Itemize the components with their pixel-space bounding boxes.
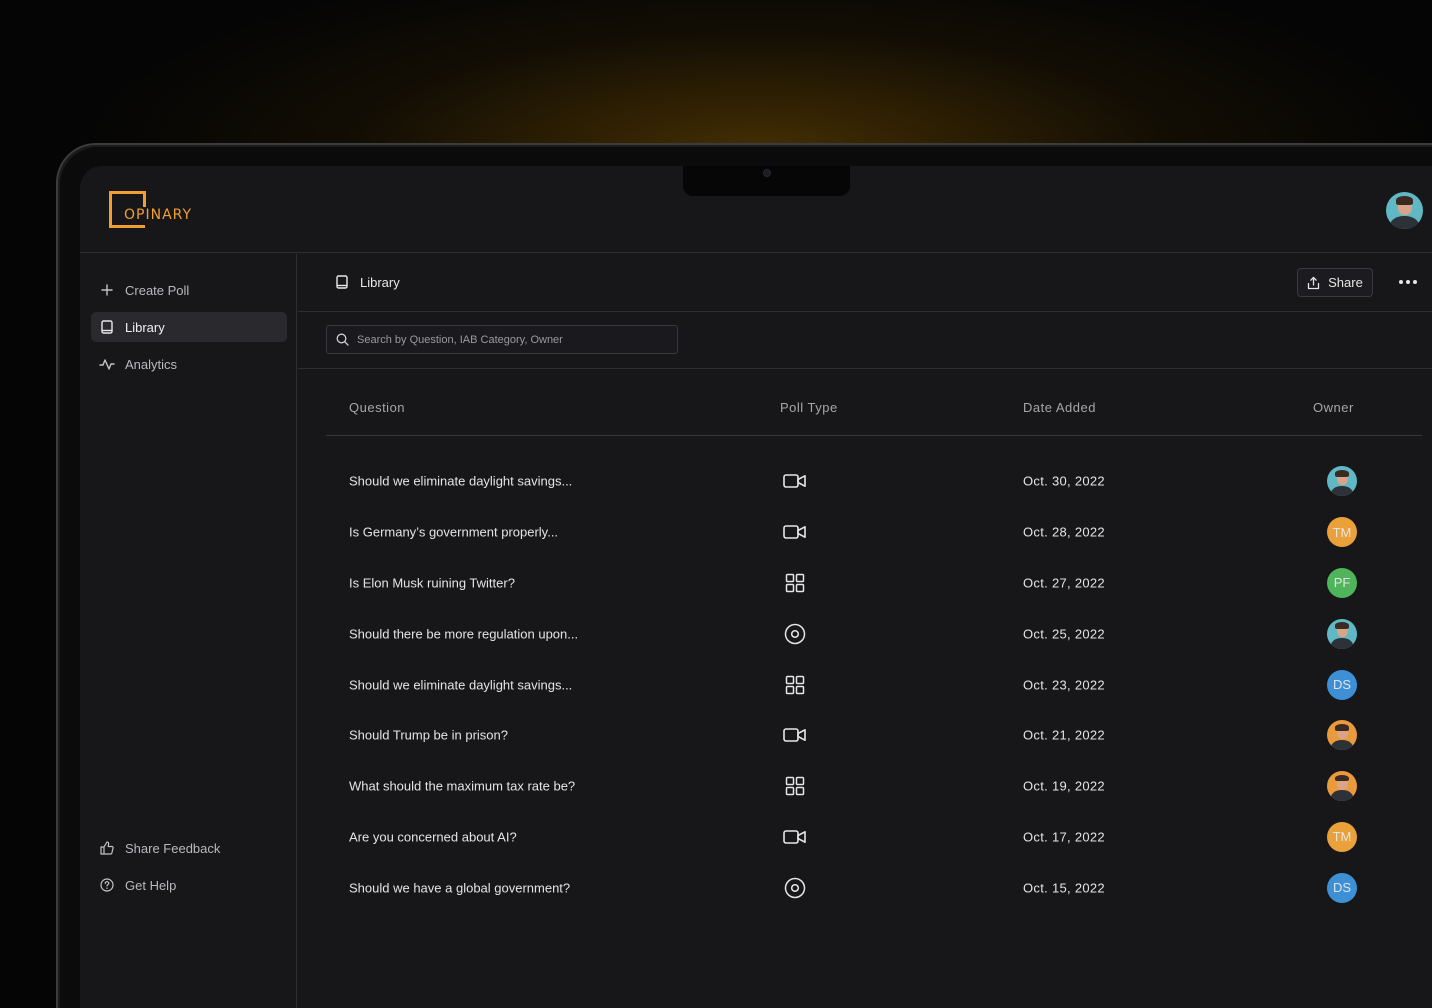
owner-avatar[interactable] bbox=[1327, 771, 1357, 802]
column-header-poll-type[interactable]: Poll Type bbox=[780, 400, 838, 415]
logo-text: OPINARY bbox=[124, 207, 193, 223]
breadcrumb: Library bbox=[334, 274, 400, 290]
table-row[interactable]: Should we eliminate daylight savings... O… bbox=[326, 659, 1422, 710]
table-row[interactable]: Is Elon Musk ruining Twitter? Oct. 27, 20… bbox=[326, 558, 1422, 609]
video-camera-icon bbox=[782, 519, 808, 545]
user-photo-avatar-icon bbox=[1386, 192, 1423, 229]
help-circle-icon bbox=[99, 877, 115, 893]
date-added-cell: Oct. 30, 2022 bbox=[1023, 473, 1105, 489]
video-camera-icon bbox=[782, 824, 808, 850]
question-cell[interactable]: Should there be more regulation upon... bbox=[349, 626, 578, 641]
user-photo-avatar-icon bbox=[1327, 619, 1357, 649]
table-row[interactable]: What should the maximum tax rate be? Oct.… bbox=[326, 761, 1422, 812]
column-header-date-added[interactable]: Date Added bbox=[1023, 400, 1096, 415]
table-header: Question Poll Type Date Added Owner bbox=[326, 370, 1422, 436]
search-icon bbox=[336, 333, 349, 346]
question-cell[interactable]: Is Germany’s government properly... bbox=[349, 525, 558, 540]
column-header-owner[interactable]: Owner bbox=[1313, 400, 1354, 415]
owner-avatar[interactable]: DS bbox=[1327, 669, 1357, 700]
video-camera-icon bbox=[782, 468, 808, 494]
user-photo-avatar-icon bbox=[1327, 720, 1357, 751]
owner-initials: PF bbox=[1333, 575, 1351, 591]
owner-initials: TM bbox=[1332, 829, 1352, 845]
polls-table: Question Poll Type Date Added Owner Shou… bbox=[326, 370, 1422, 903]
table-body: Should we eliminate daylight savings... O… bbox=[326, 456, 1422, 913]
search-row bbox=[298, 312, 1432, 369]
book-icon bbox=[334, 274, 350, 290]
opinary-logo[interactable]: OPINARY bbox=[109, 191, 219, 231]
camera-icon bbox=[763, 169, 771, 177]
date-added-cell: Oct. 23, 2022 bbox=[1023, 677, 1105, 693]
share-button[interactable]: Share bbox=[1297, 268, 1373, 297]
sidebar: Create Poll Library Analytics Share Feed… bbox=[80, 254, 297, 1008]
question-cell[interactable]: What should the maximum tax rate be? bbox=[349, 779, 575, 794]
table-row[interactable]: Should we eliminate daylight savings... O… bbox=[326, 456, 1422, 507]
question-cell[interactable]: Should we have a global government? bbox=[349, 880, 570, 895]
target-icon bbox=[782, 621, 808, 647]
search-box[interactable] bbox=[326, 325, 678, 354]
grid-icon bbox=[782, 672, 808, 698]
owner-avatar[interactable]: TM bbox=[1327, 821, 1357, 852]
user-photo-avatar-icon bbox=[1327, 466, 1357, 497]
sidebar-item-label: Get Help bbox=[125, 877, 177, 893]
date-added-cell: Oct. 27, 2022 bbox=[1023, 575, 1105, 591]
owner-avatar[interactable]: PF bbox=[1327, 567, 1357, 598]
grid-icon bbox=[782, 773, 808, 799]
date-added-cell: Oct. 17, 2022 bbox=[1023, 829, 1105, 845]
owner-initials: DS bbox=[1332, 677, 1352, 693]
search-input[interactable] bbox=[357, 333, 667, 346]
table-row[interactable]: Are you concerned about AI? Oct. 17, 2022… bbox=[326, 812, 1422, 863]
question-cell[interactable]: Are you concerned about AI? bbox=[349, 829, 517, 844]
camera-notch bbox=[683, 166, 850, 196]
more-horizontal-icon[interactable] bbox=[1394, 272, 1422, 292]
sidebar-item-share-feedback[interactable]: Share Feedback bbox=[91, 833, 287, 863]
sidebar-item-label: Analytics bbox=[125, 356, 178, 372]
date-added-cell: Oct. 15, 2022 bbox=[1023, 880, 1105, 896]
sidebar-item-label: Create Poll bbox=[125, 282, 190, 298]
sidebar-item-get-help[interactable]: Get Help bbox=[91, 870, 287, 900]
date-added-cell: Oct. 21, 2022 bbox=[1023, 727, 1105, 743]
user-avatar[interactable] bbox=[1386, 192, 1423, 229]
grid-icon bbox=[782, 570, 808, 596]
plus-icon bbox=[99, 282, 115, 298]
main-panel: Library Share Question bbox=[298, 254, 1432, 1008]
owner-avatar[interactable]: DS bbox=[1327, 872, 1357, 903]
owner-avatar[interactable] bbox=[1327, 466, 1357, 497]
owner-avatar[interactable] bbox=[1327, 618, 1357, 649]
table-row[interactable]: Should we have a global government? Oct. … bbox=[326, 862, 1422, 913]
question-cell[interactable]: Is Elon Musk ruining Twitter? bbox=[349, 575, 515, 590]
sidebar-item-library[interactable]: Library bbox=[91, 312, 287, 342]
page-title: Library bbox=[360, 274, 400, 290]
table-row[interactable]: Should Trump be in prison? Oct. 21, 2022 bbox=[326, 710, 1422, 761]
question-cell[interactable]: Should we eliminate daylight savings... bbox=[349, 677, 572, 692]
owner-avatar[interactable] bbox=[1327, 720, 1357, 751]
thumbs-up-icon bbox=[99, 840, 115, 856]
main-header: Library Share bbox=[298, 254, 1432, 312]
sidebar-item-analytics[interactable]: Analytics bbox=[91, 349, 287, 379]
table-row[interactable]: Should there be more regulation upon... O… bbox=[326, 608, 1422, 659]
share-button-label: Share bbox=[1328, 275, 1363, 290]
target-icon bbox=[782, 875, 808, 901]
sidebar-item-label: Library bbox=[125, 319, 165, 335]
book-icon bbox=[99, 319, 115, 335]
table-row[interactable]: Is Germany’s government properly... Oct. … bbox=[326, 507, 1422, 558]
owner-initials: DS bbox=[1332, 880, 1352, 896]
date-added-cell: Oct. 25, 2022 bbox=[1023, 626, 1105, 642]
sidebar-item-create-poll[interactable]: Create Poll bbox=[91, 275, 287, 305]
sidebar-item-label: Share Feedback bbox=[125, 840, 221, 856]
question-cell[interactable]: Should we eliminate daylight savings... bbox=[349, 474, 572, 489]
date-added-cell: Oct. 19, 2022 bbox=[1023, 778, 1105, 794]
video-camera-icon bbox=[782, 722, 808, 748]
owner-avatar[interactable]: TM bbox=[1327, 517, 1357, 548]
app-screen: OPINARY Create Poll Library Analytics Sh… bbox=[80, 166, 1432, 1008]
question-cell[interactable]: Should Trump be in prison? bbox=[349, 728, 508, 743]
owner-initials: TM bbox=[1332, 524, 1352, 540]
date-added-cell: Oct. 28, 2022 bbox=[1023, 524, 1105, 540]
column-header-question[interactable]: Question bbox=[349, 400, 405, 415]
user-photo-avatar-icon bbox=[1327, 771, 1357, 802]
share-icon bbox=[1307, 276, 1320, 290]
activity-icon bbox=[99, 356, 115, 372]
